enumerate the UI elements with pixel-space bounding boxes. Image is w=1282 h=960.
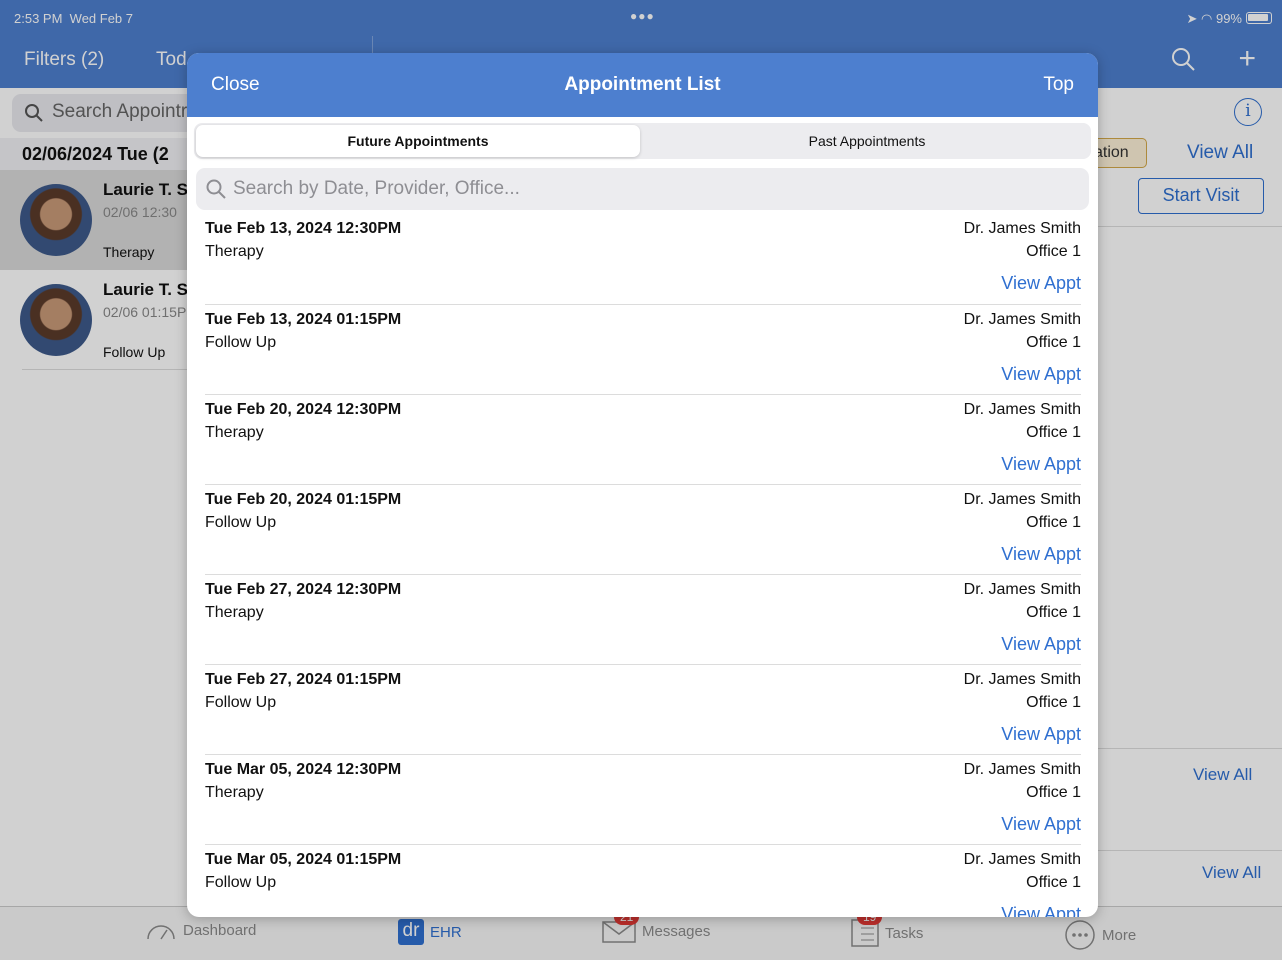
- appointment-type: Follow Up: [205, 874, 277, 891]
- office-name: Office 1: [1026, 424, 1081, 441]
- appointment-datetime: Tue Mar 05, 2024 12:30PM: [205, 761, 402, 778]
- appointment-type: Follow Up: [205, 694, 277, 711]
- provider-name: Dr. James Smith: [963, 401, 1081, 418]
- appointment-type: Therapy: [205, 604, 264, 621]
- provider-name: Dr. James Smith: [963, 220, 1081, 237]
- appointment-list-modal: Close Appointment List Top Future Appoin…: [187, 53, 1098, 917]
- appointment-row: Tue Feb 20, 2024 12:30PM Therapy Dr. Jam…: [205, 394, 1081, 484]
- appointment-type: Therapy: [205, 784, 264, 801]
- appointment-datetime: Tue Feb 27, 2024 12:30PM: [205, 581, 402, 598]
- modal-header: Close Appointment List Top: [187, 53, 1098, 117]
- appointment-row: Tue Mar 05, 2024 01:15PM Follow Up Dr. J…: [205, 844, 1081, 917]
- search-icon: [206, 179, 226, 199]
- appointment-row: Tue Mar 05, 2024 12:30PM Therapy Dr. Jam…: [205, 754, 1081, 844]
- view-appt-link[interactable]: View Appt: [1001, 273, 1081, 294]
- appointment-datetime: Tue Mar 05, 2024 01:15PM: [205, 851, 402, 868]
- appointment-datetime: Tue Feb 20, 2024 01:15PM: [205, 491, 402, 508]
- provider-name: Dr. James Smith: [963, 311, 1081, 328]
- provider-name: Dr. James Smith: [963, 851, 1081, 868]
- appointment-search-field[interactable]: Search by Date, Provider, Office...: [196, 168, 1089, 210]
- tab-future-appointments[interactable]: Future Appointments: [196, 125, 640, 157]
- appointment-row: Tue Feb 13, 2024 12:30PM Therapy Dr. Jam…: [205, 214, 1081, 304]
- office-name: Office 1: [1026, 243, 1081, 260]
- view-appt-link[interactable]: View Appt: [1001, 724, 1081, 745]
- office-name: Office 1: [1026, 604, 1081, 621]
- view-appt-link[interactable]: View Appt: [1001, 544, 1081, 565]
- appointment-type: Follow Up: [205, 334, 277, 351]
- top-button[interactable]: Top: [1043, 74, 1074, 96]
- appointment-datetime: Tue Feb 20, 2024 12:30PM: [205, 401, 402, 418]
- appointment-type: Therapy: [205, 424, 264, 441]
- provider-name: Dr. James Smith: [963, 581, 1081, 598]
- office-name: Office 1: [1026, 514, 1081, 531]
- appointment-row: Tue Feb 27, 2024 01:15PM Follow Up Dr. J…: [205, 664, 1081, 754]
- office-name: Office 1: [1026, 694, 1081, 711]
- provider-name: Dr. James Smith: [963, 671, 1081, 688]
- provider-name: Dr. James Smith: [963, 491, 1081, 508]
- tab-past-appointments[interactable]: Past Appointments: [645, 125, 1089, 157]
- view-appt-link[interactable]: View Appt: [1001, 904, 1081, 917]
- view-appt-link[interactable]: View Appt: [1001, 364, 1081, 385]
- view-appt-link[interactable]: View Appt: [1001, 454, 1081, 475]
- appointment-type: Follow Up: [205, 514, 277, 531]
- view-appt-link[interactable]: View Appt: [1001, 814, 1081, 835]
- appointment-row: Tue Feb 13, 2024 01:15PM Follow Up Dr. J…: [205, 304, 1081, 394]
- provider-name: Dr. James Smith: [963, 761, 1081, 778]
- appointment-row: Tue Feb 20, 2024 01:15PM Follow Up Dr. J…: [205, 484, 1081, 574]
- office-name: Office 1: [1026, 334, 1081, 351]
- appointment-row: Tue Feb 27, 2024 12:30PM Therapy Dr. Jam…: [205, 574, 1081, 664]
- office-name: Office 1: [1026, 874, 1081, 891]
- appointment-datetime: Tue Feb 13, 2024 12:30PM: [205, 220, 402, 237]
- appointment-type: Therapy: [205, 243, 264, 260]
- appointment-datetime: Tue Feb 13, 2024 01:15PM: [205, 311, 402, 328]
- appointment-datetime: Tue Feb 27, 2024 01:15PM: [205, 671, 402, 688]
- appointment-list: Tue Feb 13, 2024 12:30PM Therapy Dr. Jam…: [187, 214, 1098, 917]
- office-name: Office 1: [1026, 784, 1081, 801]
- modal-title: Appointment List: [564, 74, 721, 95]
- view-appt-link[interactable]: View Appt: [1001, 634, 1081, 655]
- appointment-tabs: Future Appointments Past Appointments: [194, 123, 1091, 159]
